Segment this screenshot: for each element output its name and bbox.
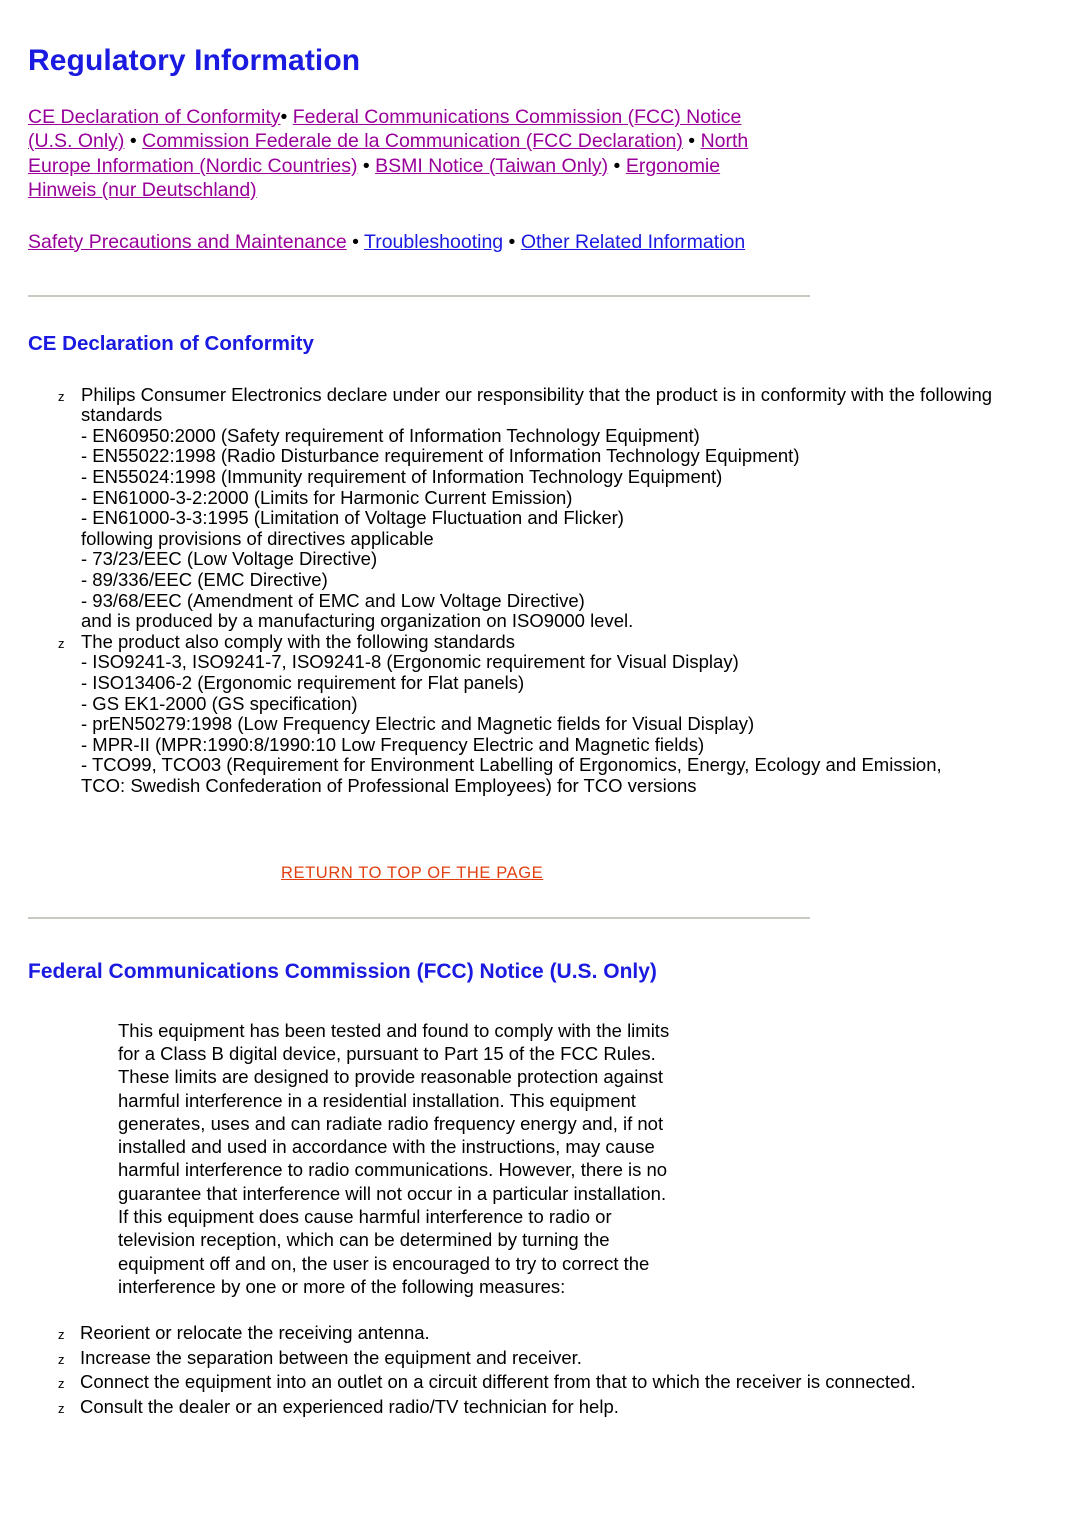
link-other-related-information[interactable]: Other Related Information [521,231,745,253]
page-title: Regulatory Information [28,44,361,77]
list-item: z The product also comply with the follo… [0,630,1020,797]
return-to-top-wrap: RETURN TO TOP OF THE PAGE [0,796,1080,883]
divider-bottom-wrap [0,883,1080,920]
link-ce-declaration-of-conformity[interactable]: CE Declaration of Conformity [28,106,281,128]
list-item-lead: The product also comply with the followi… [81,630,515,652]
list-sub-line: - EN55022:1998 (Radio Disturbance requir… [81,445,800,467]
square-bullet-icon: z [58,1351,65,1367]
list-sub-line: - ISO9241-3, ISO9241-7, ISO9241-8 (Ergon… [81,651,739,673]
square-bullet-icon: z [58,635,65,651]
link-commission-federale-fcc-declaration[interactable]: Commission Federale de la Communication … [142,130,683,152]
list-item: z Philips Consumer Electronics declare u… [0,383,1020,632]
list-item: z Consult the dealer or an experienced r… [0,1396,990,1418]
list-item: z Reorient or relocate the receiving ant… [0,1322,990,1344]
heading-fcc-notice: Federal Communications Commission (FCC) … [28,960,657,984]
link-separator: • [124,130,143,152]
list-sub-line: - EN61000-3-3:1995 (Limitation of Voltag… [81,507,624,529]
link-separator: • [280,105,293,128]
document-page: Regulatory Information CE Declaration of… [0,0,1080,1418]
link-separator: • [346,230,365,253]
list-sub-line: following provisions of directives appli… [81,527,434,549]
link-separator: • [608,154,626,177]
fcc-notice-paragraph: This equipment has been tested and found… [118,1019,670,1297]
divider-top-wrap [0,254,1080,297]
list-item-text: Increase the separation between the equi… [80,1346,582,1368]
list-item-text: Consult the dealer or an experienced rad… [80,1396,619,1417]
list-sub-line: - prEN50279:1998 (Low Frequency Electric… [81,713,755,735]
list-sub-line: - 89/336/EEC (EMC Directive) [81,568,328,590]
link-separator: • [357,154,376,177]
list-item: z Connect the equipment into an outlet o… [0,1372,990,1393]
link-safety-precautions-and-maintenance[interactable]: Safety Precautions and Maintenance [28,231,347,253]
list-sub-line: - EN61000-3-2:2000 (Limits for Harmonic … [81,486,573,508]
secondary-link-list: Safety Precautions and Maintenance • Tro… [0,203,790,255]
list-item-lead: Philips Consumer Electronics declare und… [81,383,993,426]
heading-ce-declaration: CE Declaration of Conformity [28,332,314,355]
square-bullet-icon: z [58,1401,65,1416]
square-bullet-icon: z [58,1376,65,1392]
square-bullet-icon: z [58,1327,65,1343]
list-sub-line: - 93/68/EEC (Amendment of EMC and Low Vo… [81,589,585,611]
link-troubleshooting[interactable]: Troubleshooting [364,231,503,253]
return-to-top-link[interactable]: RETURN TO TOP OF THE PAGE [281,864,543,882]
list-sub-line: - EN55024:1998 (Immunity requirement of … [81,465,723,487]
list-sub-line: - MPR-II (MPR:1990:8/1990:10 Low Frequen… [81,733,705,755]
list-sub-line: - EN60950:2000 (Safety requirement of In… [81,424,700,446]
list-item-text: Reorient or relocate the receiving anten… [80,1322,430,1344]
list-item-text: Connect the equipment into an outlet on … [80,1371,916,1393]
link-bsmi-notice-taiwan-only[interactable]: BSMI Notice (Taiwan Only) [375,155,608,177]
list-item: z Increase the separation between the eq… [0,1346,990,1369]
primary-link-list: CE Declaration of Conformity• Federal Co… [0,79,790,203]
square-bullet-icon: z [58,388,65,404]
link-separator: • [682,130,701,152]
list-sub-line: - ISO13406-2 (Ergonomic requirement for … [81,671,525,693]
list-sub-line: TCO: Swedish Confederation of Profession… [81,774,697,796]
list-sub-line: - GS EK1-2000 (GS specification) [81,692,358,714]
list-sub-line: - TCO99, TCO03 (Requirement for Environm… [81,754,942,776]
ce-standards-list: z Philips Consumer Electronics declare u… [0,357,1080,797]
list-sub-line: and is produced by a manufacturing organ… [81,610,634,632]
fcc-measures-list: z Reorient or relocate the receiving ant… [0,1298,1080,1417]
link-separator: • [503,230,521,253]
list-sub-line: - 73/23/EEC (Low Voltage Directive) [81,548,378,570]
